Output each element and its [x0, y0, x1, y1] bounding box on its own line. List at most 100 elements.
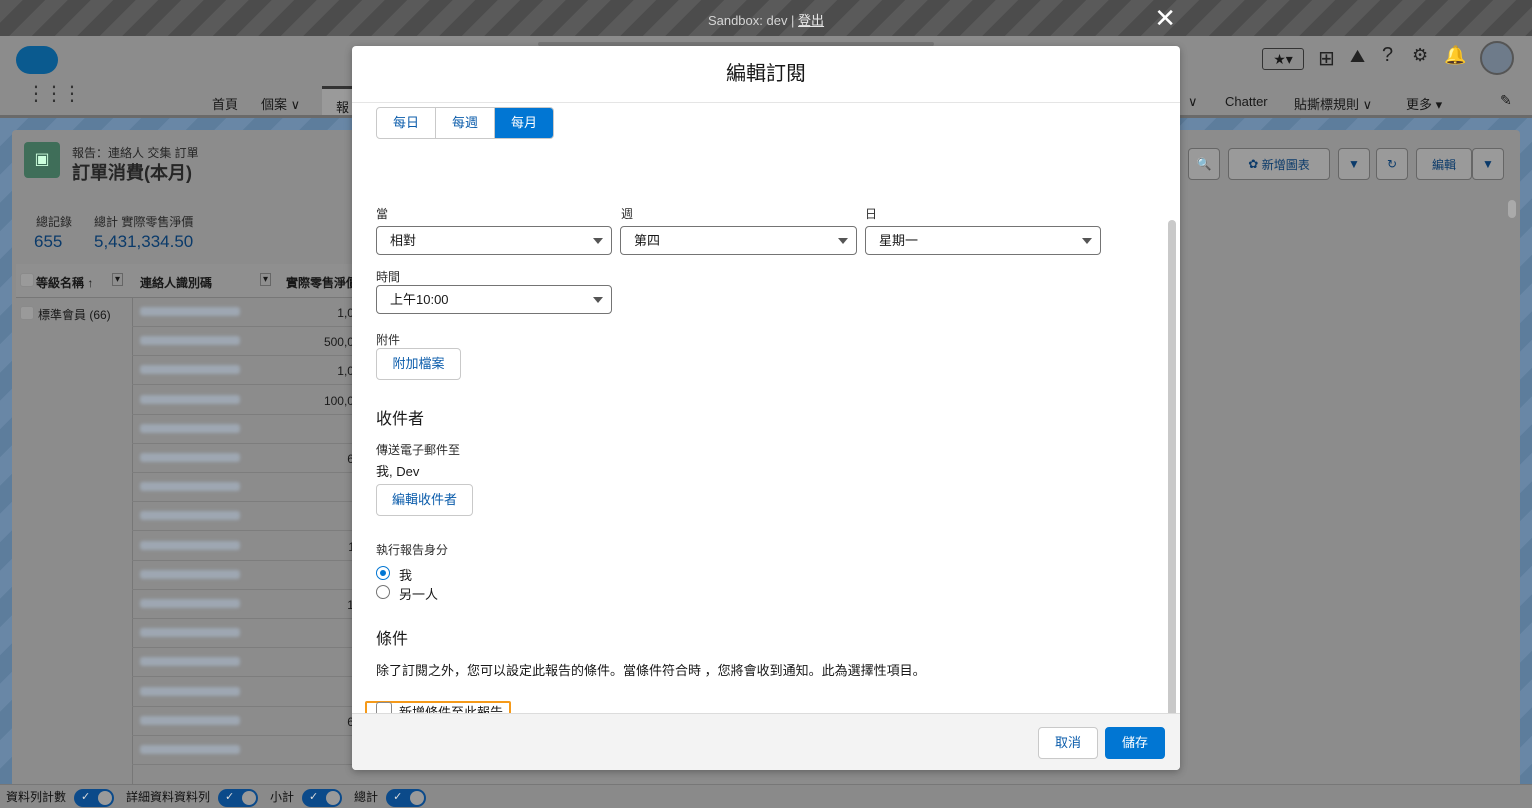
- frequency-weekly[interactable]: 每週: [436, 108, 496, 138]
- contact-id-cell[interactable]: [140, 423, 240, 433]
- page-title: 訂單消費(本月): [72, 163, 192, 183]
- page-scrollbar[interactable]: [1508, 200, 1516, 218]
- cancel-button[interactable]: 取消: [1038, 727, 1098, 759]
- search-button[interactable]: 🔍: [1188, 148, 1220, 180]
- edit-button[interactable]: 編輯: [1416, 148, 1472, 180]
- when-select[interactable]: 相對: [376, 226, 612, 255]
- detail-rows-toggle[interactable]: [218, 788, 259, 807]
- nav-chevron-icon[interactable]: ∨: [1188, 94, 1198, 110]
- contact-id-cell[interactable]: [140, 336, 240, 346]
- add-condition-label: 新增條件至此報告: [399, 705, 504, 713]
- filter-button[interactable]: ▼: [1338, 148, 1370, 180]
- column-header-contact-id[interactable]: 連絡人識別碼: [140, 274, 212, 291]
- contact-id-cell[interactable]: [140, 628, 240, 638]
- refresh-icon: ↻: [1386, 157, 1398, 171]
- table-header: 等級名稱 ↑ ▾ 連絡人識別碼 ▾ 實際零售淨價: [16, 264, 386, 298]
- table-row: 1.00: [132, 619, 386, 649]
- table-row: 500,000.00: [132, 327, 386, 357]
- add-chart-button[interactable]: ✿ 新增圖表: [1228, 148, 1330, 180]
- table-row: 1,000.00: [132, 356, 386, 386]
- week-select[interactable]: 第四: [620, 226, 857, 255]
- modal-scrollbar[interactable]: [1168, 220, 1176, 713]
- footer-toggles: 資料列計數詳細資料資料列小計總計: [6, 788, 438, 807]
- group-checkbox[interactable]: [20, 306, 34, 320]
- chevron-down-icon: ▼: [1482, 157, 1494, 171]
- nav-item-cases[interactable]: 個案 ∨: [261, 94, 300, 113]
- bell-icon[interactable]: 🔔: [1444, 45, 1466, 66]
- subtotal-toggle[interactable]: [302, 788, 343, 807]
- send-email-label: 傳送電子郵件至: [376, 443, 461, 457]
- contact-id-cell[interactable]: [140, 511, 240, 521]
- table-row: 650.00: [132, 707, 386, 736]
- attach-file-button[interactable]: 附加檔案: [376, 348, 461, 380]
- contact-id-cell[interactable]: [140, 453, 240, 462]
- contact-id-cell[interactable]: [140, 745, 240, 754]
- save-button[interactable]: 儲存: [1105, 727, 1165, 759]
- help-icon[interactable]: ?: [1382, 44, 1393, 67]
- add-condition-checkbox[interactable]: [376, 702, 392, 713]
- chevron-down-icon: [838, 238, 848, 244]
- attachment-label: 附件: [376, 333, 401, 347]
- conditions-description: 除了訂閱之外，您可以設定此報告的條件。當條件符合時 ，您將會收到通知。此為選擇性…: [376, 663, 926, 678]
- column-menu-icon[interactable]: ▾: [112, 273, 124, 286]
- table-row: 109.50: [132, 590, 386, 619]
- app-launcher-icon[interactable]: ⋮⋮⋮: [26, 84, 82, 104]
- chevron-down-icon: [1082, 238, 1092, 244]
- column-menu-icon[interactable]: ▾: [260, 273, 272, 286]
- trailhead-icon[interactable]: ⛰: [1350, 46, 1365, 67]
- contact-id-cell[interactable]: [140, 307, 240, 316]
- contact-id-cell[interactable]: [140, 482, 240, 492]
- select-all-checkbox[interactable]: [20, 273, 34, 287]
- sandbox-text: Sandbox: dev | 登出: [707, 13, 825, 28]
- day-select[interactable]: 星期一: [865, 226, 1101, 255]
- search-icon: 🔍: [1196, 157, 1212, 171]
- contact-id-cell[interactable]: [140, 569, 240, 579]
- contact-id-cell[interactable]: [140, 365, 240, 375]
- week-label: 週: [621, 207, 634, 221]
- refresh-button[interactable]: ↻: [1376, 148, 1408, 180]
- chevron-down-icon: [593, 238, 603, 244]
- nav-item-home[interactable]: 首頁: [212, 94, 238, 113]
- edit-nav-icon[interactable]: ✎: [1500, 92, 1512, 109]
- run-as-other-radio[interactable]: [376, 585, 390, 599]
- table-row: 114.50: [132, 532, 386, 561]
- run-as-label: 執行報告身分: [376, 543, 449, 557]
- report-footer: 資料列計數詳細資料資料列小計總計: [0, 784, 1532, 808]
- total-sum-value: 5,431,334.50: [94, 232, 194, 251]
- close-icon[interactable]: ✕: [1154, 5, 1176, 31]
- modal-body: 每日 每週 每月 當 相對 週 第四 日 星期一 時間 上午10:00 附件 附…: [352, 103, 1180, 713]
- contact-id-cell[interactable]: [140, 657, 240, 667]
- when-label: 當: [376, 207, 389, 221]
- total-toggle[interactable]: [386, 788, 427, 807]
- run-as-me-radio[interactable]: [376, 566, 390, 580]
- run-as-me-label: 我: [399, 568, 413, 583]
- conditions-heading: 條件: [376, 631, 409, 648]
- logout-link[interactable]: 登出: [798, 13, 824, 28]
- table-row: 89.50: [132, 561, 386, 590]
- gear-icon[interactable]: ⚙: [1412, 45, 1428, 66]
- contact-id-cell[interactable]: [140, 540, 240, 550]
- nav-item-sticker-rules[interactable]: 貼撕標規則 ∨: [1294, 94, 1372, 113]
- avatar[interactable]: [1480, 41, 1514, 75]
- time-select[interactable]: 上午10:00: [376, 285, 612, 314]
- edit-recipients-button[interactable]: 編輯收件者: [376, 484, 473, 516]
- total-records-label: 總記錄: [36, 215, 73, 229]
- contact-id-cell[interactable]: [140, 394, 240, 404]
- column-header-tier[interactable]: 等級名稱 ↑: [36, 274, 93, 291]
- frequency-monthly[interactable]: 每月: [495, 108, 554, 138]
- time-label: 時間: [376, 270, 401, 284]
- nav-item-chatter[interactable]: Chatter: [1225, 94, 1268, 109]
- frequency-daily[interactable]: 每日: [377, 108, 437, 138]
- table-row: 45.00: [132, 502, 386, 532]
- edit-subscription-modal: 編輯訂閱 每日 每週 每月 當 相對 週 第四 日 星期一 時間 上午10:00…: [352, 46, 1180, 770]
- nav-item-more[interactable]: 更多 ▾: [1406, 94, 1442, 113]
- contact-id-cell[interactable]: [140, 686, 240, 696]
- favorites-icon[interactable]: ★▾: [1262, 48, 1304, 70]
- contact-id-cell[interactable]: [140, 599, 240, 608]
- row-count-toggle[interactable]: [74, 788, 115, 807]
- add-icon[interactable]: ⊞: [1318, 46, 1335, 71]
- contact-id-cell[interactable]: [140, 715, 240, 725]
- table-row: 20.00: [132, 648, 386, 678]
- recipients-heading: 收件者: [376, 411, 425, 428]
- edit-menu-button[interactable]: ▼: [1472, 148, 1504, 180]
